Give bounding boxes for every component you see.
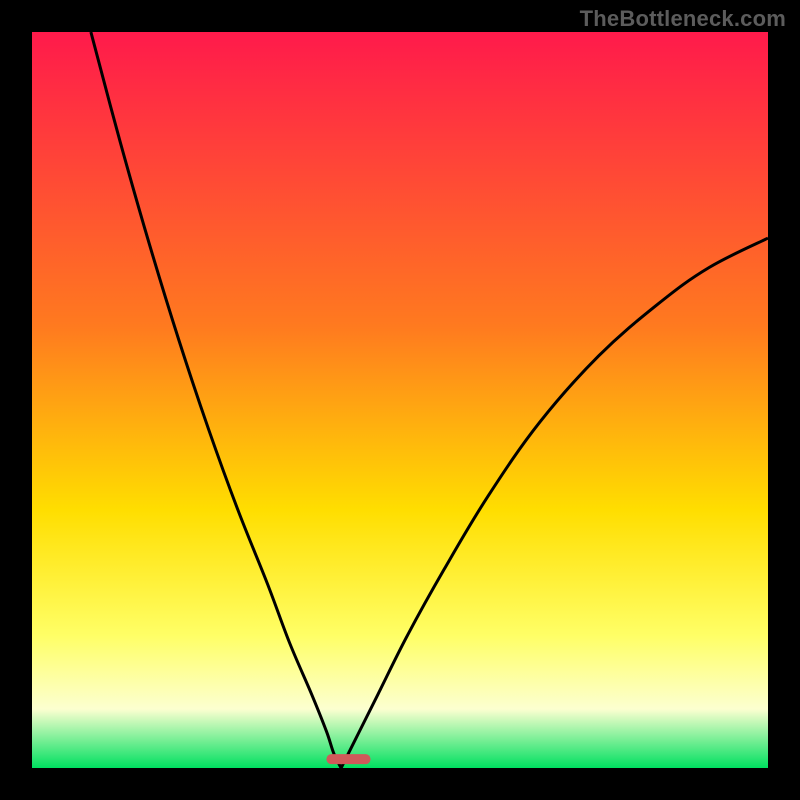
minimum-marker [326,754,370,764]
watermark-text: TheBottleneck.com [580,6,786,32]
plot-svg [32,32,768,768]
gradient-background [32,32,768,768]
chart-root: TheBottleneck.com [0,0,800,800]
plot-area [32,32,768,768]
